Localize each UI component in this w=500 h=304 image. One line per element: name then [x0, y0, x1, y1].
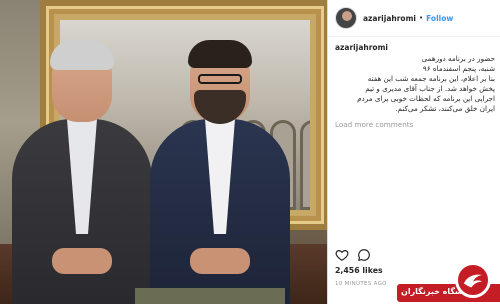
- person-right: [150, 40, 290, 304]
- username-link[interactable]: azarijahromi: [363, 14, 416, 23]
- glasses: [198, 74, 242, 84]
- hands: [52, 248, 112, 274]
- bird-icon: [463, 274, 483, 288]
- caption: azarijahromi حضور در برنامه دورهمی شنبه،…: [335, 43, 495, 114]
- caption-line: حضور در برنامه دورهمی: [421, 54, 495, 63]
- post-timestamp: 10 MINUTES AGO: [335, 281, 387, 287]
- caption-line: بنا بر اعلام، این برنامه جمعه شب این هفت…: [367, 74, 495, 83]
- post-side-panel: azarijahromi • Follow azarijahromi حضور …: [327, 0, 500, 304]
- watermark-logo: باشگاه خبرنگاران: [389, 262, 500, 304]
- caption-line: ایران خلق می‌کنند، تشکر می‌کنم.: [395, 104, 495, 113]
- load-more-comments[interactable]: Load more comments: [335, 120, 413, 129]
- hair: [188, 40, 252, 68]
- post-header: azarijahromi • Follow: [328, 0, 500, 37]
- comment-icon[interactable]: [357, 248, 371, 262]
- arch: [300, 120, 310, 210]
- logo-emblem-icon: [455, 262, 491, 298]
- caption-text: حضور در برنامه دورهمی شنبه، پنجم اسفندما…: [335, 54, 495, 114]
- heart-icon[interactable]: [335, 248, 349, 262]
- person-left: [12, 40, 152, 304]
- avatar[interactable]: [335, 7, 357, 29]
- caption-line: اجرایی این برنامه که لحظات خوبی برای مرد…: [357, 94, 495, 103]
- hands: [190, 248, 250, 274]
- action-bar: [335, 248, 371, 262]
- follow-button[interactable]: Follow: [426, 14, 453, 23]
- caption-line: شنبه، پنجم اسفندماه ۹۶: [422, 64, 495, 73]
- desk: [135, 288, 285, 304]
- caption-username[interactable]: azarijahromi: [335, 43, 495, 52]
- hair: [50, 40, 114, 70]
- separator-dot: •: [418, 14, 424, 22]
- post-photo[interactable]: [0, 0, 327, 304]
- likes-count[interactable]: 2,456 likes: [335, 266, 383, 275]
- caption-line: پخش خواهد شد. از جناب آقای مدیری و تیم: [365, 84, 495, 93]
